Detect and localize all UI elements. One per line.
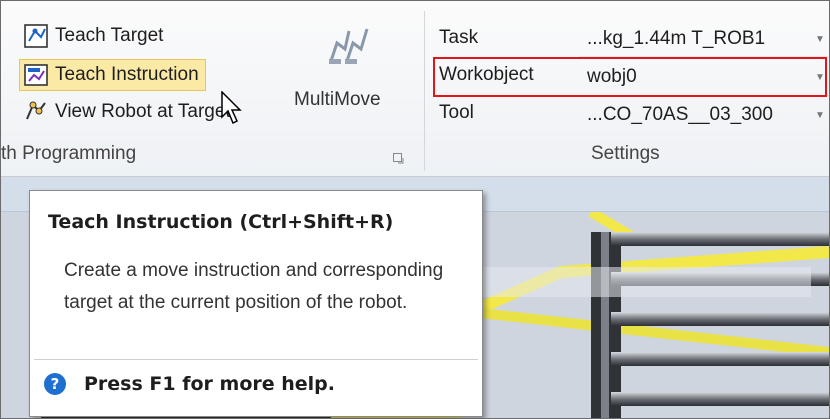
view-robot-icon xyxy=(23,99,49,125)
dialog-launcher-icon[interactable] xyxy=(393,151,404,164)
tooltip-divider xyxy=(34,359,478,360)
help-icon: ? xyxy=(44,373,66,395)
tooltip-help-text: Press F1 for more help. xyxy=(84,373,335,395)
tool-label: Tool xyxy=(439,102,474,123)
multimove-button[interactable]: MultiMove xyxy=(291,19,411,119)
tooltip-title: Teach Instruction (Ctrl+Shift+R) xyxy=(48,211,394,233)
chevron-down-icon[interactable]: ▼ xyxy=(811,110,829,121)
tooltip-body: Create a move instruction and correspond… xyxy=(64,260,444,313)
chevron-down-icon[interactable]: ▼ xyxy=(811,34,829,45)
mouse-cursor-icon xyxy=(221,90,245,130)
teach-instruction-button[interactable]: Teach Instruction xyxy=(19,59,206,91)
view-robot-at-target-button[interactable]: View Robot at Target xyxy=(23,99,231,125)
teach-instruction-tooltip: Teach Instruction (Ctrl+Shift+R) Create … xyxy=(29,190,483,417)
task-label: Task xyxy=(439,27,479,48)
ribbon: Teach Target Teach Instruction View Robo… xyxy=(1,1,829,177)
task-value: ...kg_1.44m T_ROB1 xyxy=(587,28,766,49)
view-robot-at-target-label: View Robot at Target xyxy=(55,101,231,122)
teach-target-icon xyxy=(23,23,49,49)
multimove-icon xyxy=(327,25,371,70)
task-combobox[interactable]: ...kg_1.44m T_ROB1 ▼ xyxy=(579,23,829,55)
tooltip-help-row: ? Press F1 for more help. xyxy=(44,373,335,395)
group-divider xyxy=(424,11,425,171)
app-window: Teach Target Teach Instruction View Robo… xyxy=(0,0,830,419)
teach-target-button[interactable]: Teach Target xyxy=(23,23,163,49)
tool-combobox[interactable]: ...CO_70AS__03_300 ▼ xyxy=(579,99,829,131)
teach-target-label: Teach Target xyxy=(55,25,164,46)
multimove-label: MultiMove xyxy=(294,89,381,110)
teach-instruction-label: Teach Instruction xyxy=(55,64,199,85)
tool-value: ...CO_70AS__03_300 xyxy=(587,104,773,125)
path-programming-group-label: th Programming xyxy=(1,143,137,164)
teach-instruction-icon xyxy=(23,62,49,88)
workobject-highlight xyxy=(433,57,827,97)
settings-group-label: Settings xyxy=(591,143,660,164)
